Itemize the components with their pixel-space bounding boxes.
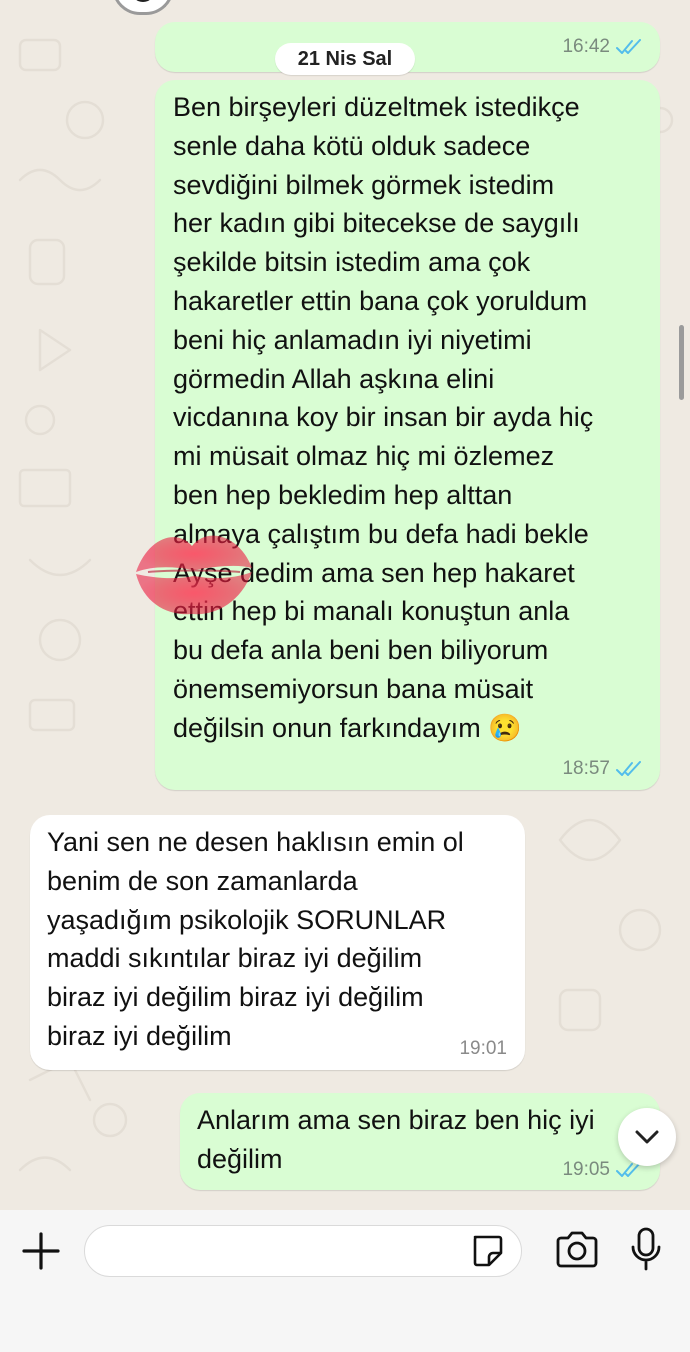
sticker-icon[interactable]	[469, 1233, 505, 1269]
camera-icon[interactable]	[554, 1229, 600, 1271]
message-time: 16:42	[562, 36, 642, 58]
message-text: Ben birşeyleri düzeltmek istedikçe senle…	[173, 92, 594, 743]
plus-icon[interactable]	[20, 1230, 62, 1272]
read-ticks-icon	[616, 761, 641, 776]
message-time: 19:01	[459, 1038, 507, 1059]
scrollbar[interactable]	[679, 325, 684, 400]
message-bubble-incoming[interactable]: Yani sen ne desen haklısın emin ol benim…	[30, 815, 525, 1070]
message-input-box[interactable]	[84, 1225, 522, 1277]
message-time: 19:05	[562, 1159, 642, 1181]
message-time: 18:57	[562, 758, 642, 780]
date-separator: 21 Nis Sal	[275, 43, 415, 75]
message-text: Yani sen ne desen haklısın emin ol benim…	[47, 827, 464, 1051]
message-bubble-outgoing[interactable]: Ben birşeyleri düzeltmek istedikçe senle…	[155, 80, 660, 790]
message-bubble-outgoing[interactable]: Anlarım ama sen biraz ben hiç iyi değili…	[180, 1093, 660, 1190]
message-input[interactable]	[103, 1234, 467, 1270]
chevron-down-icon	[635, 1130, 659, 1144]
scroll-to-bottom-button[interactable]	[618, 1108, 676, 1166]
read-ticks-icon	[616, 39, 641, 54]
microphone-icon[interactable]	[628, 1226, 664, 1272]
